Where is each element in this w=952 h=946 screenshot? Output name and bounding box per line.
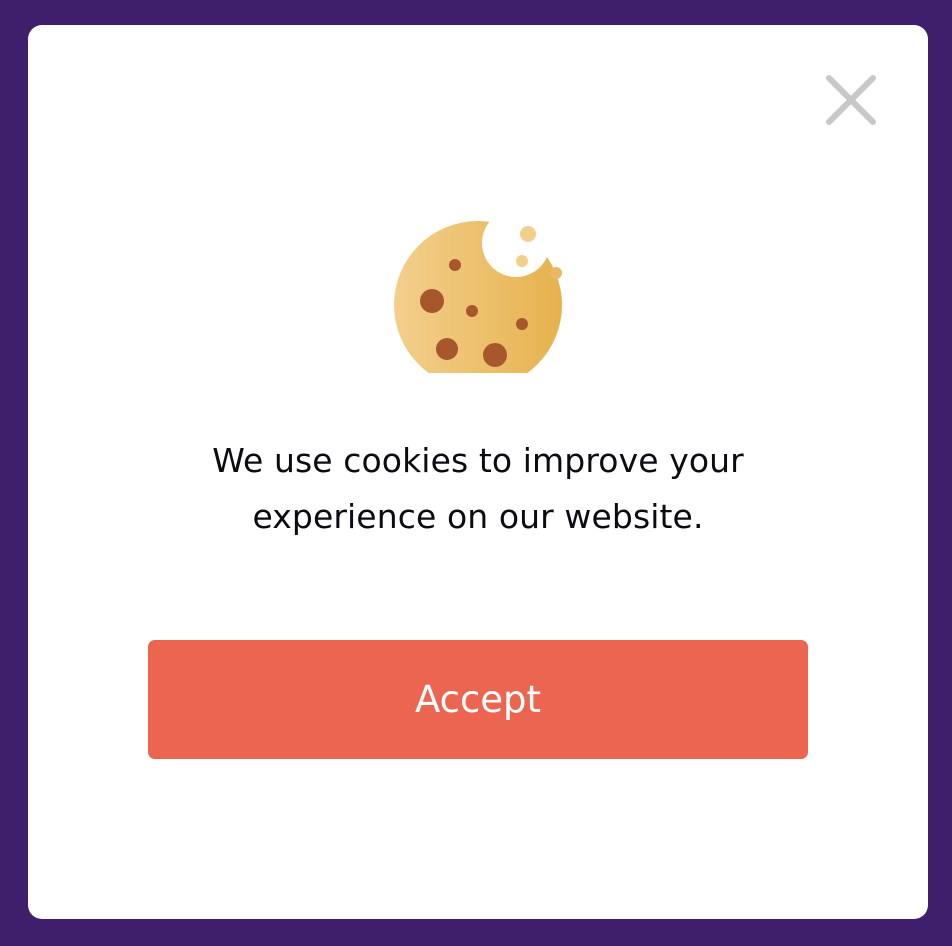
accept-button[interactable]: Accept — [148, 640, 808, 759]
close-icon — [826, 75, 876, 125]
cookie-message: We use cookies to improve your experienc… — [212, 441, 744, 536]
modal-backdrop: We use cookies to improve your experienc… — [0, 0, 952, 946]
cookie-consent-dialog: We use cookies to improve your experienc… — [28, 25, 928, 919]
cookie-icon — [394, 221, 562, 373]
close-button[interactable] — [822, 71, 880, 129]
